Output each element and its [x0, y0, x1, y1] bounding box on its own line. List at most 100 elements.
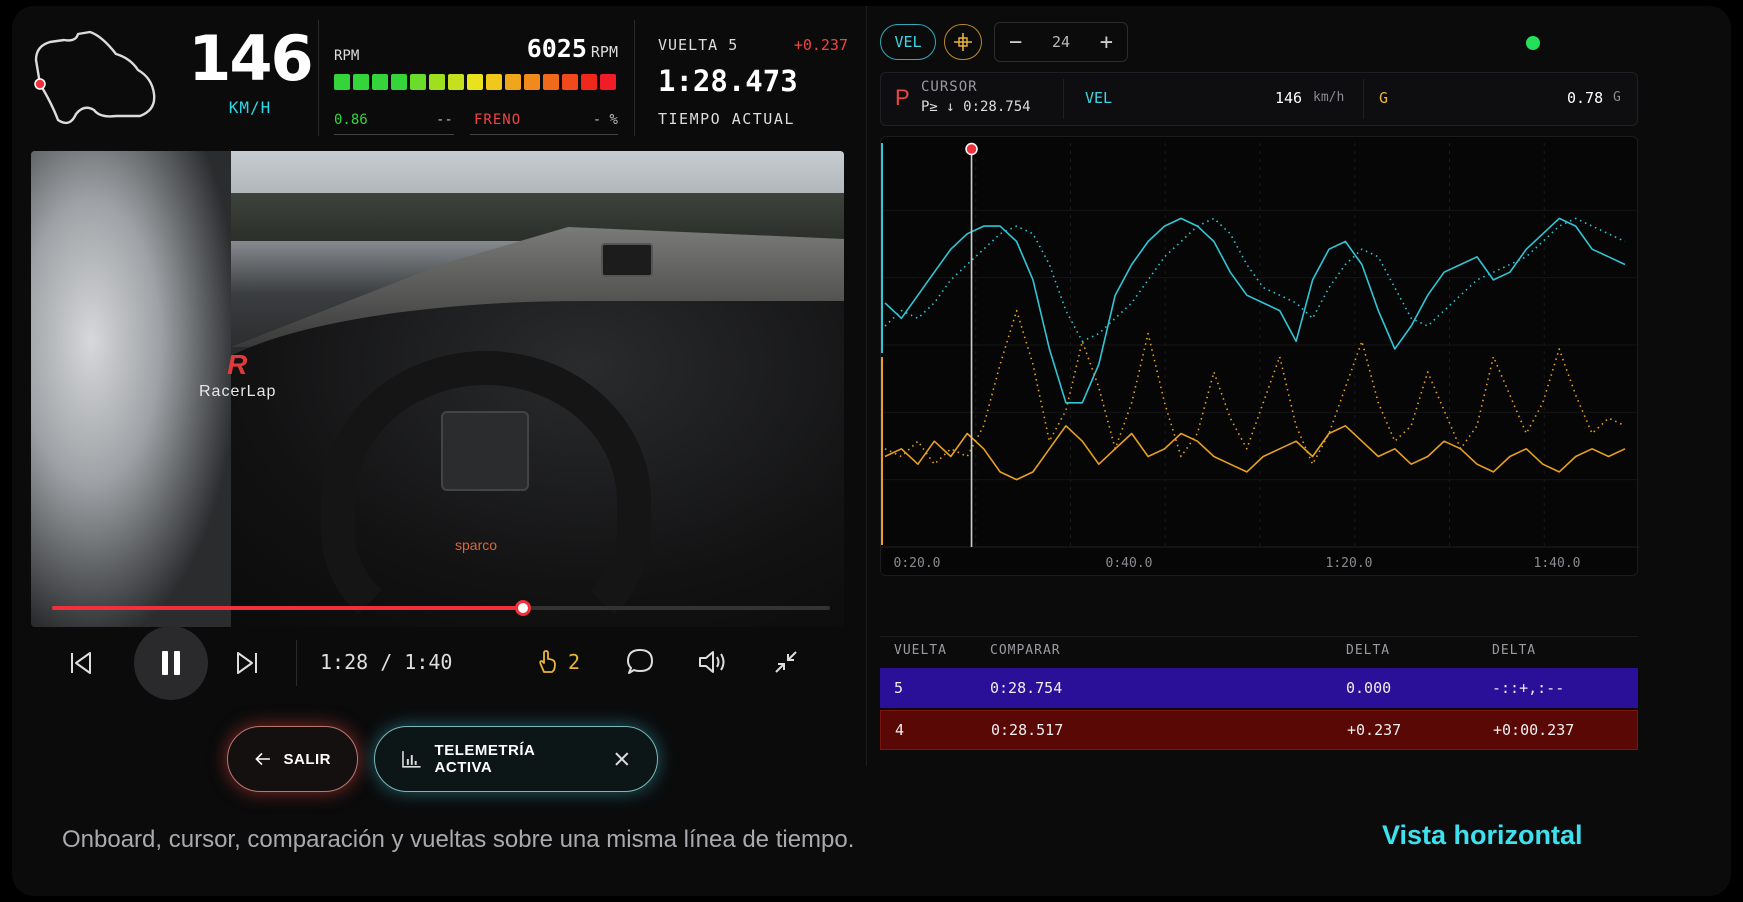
table-row[interactable]: 4 0:28.517 +0.237 +0:00.237: [880, 710, 1638, 750]
telemetry-chart-svg: 0:20.0 0:40.0 1:20.0 1:40.0: [881, 142, 1639, 571]
chip-cursor[interactable]: [944, 24, 982, 60]
throttle-underline: [334, 134, 454, 135]
divider: [1363, 79, 1364, 119]
previous-button[interactable]: [66, 648, 96, 678]
likes-button[interactable]: 2: [536, 650, 580, 674]
telemetry-chart[interactable]: 0:20.0 0:40.0 1:20.0 1:40.0: [880, 136, 1639, 576]
readout-vel-value: 146: [1275, 89, 1303, 107]
divider: [296, 640, 297, 686]
likes-count: 2: [568, 650, 581, 674]
throttle-value: 0.86: [334, 112, 368, 128]
speed-unit: KM/H: [228, 98, 272, 117]
speed-readout: 146 KM/H: [180, 24, 320, 118]
cell-lap: 5: [894, 679, 904, 697]
chart-series-line: [884, 309, 1626, 466]
lap-time-caption: TIEMPO ACTUAL: [658, 110, 795, 128]
crosshair-icon: [954, 33, 972, 51]
col-header: VUELTA: [894, 643, 947, 658]
onboard-video[interactable]: R RacerLap sparco: [31, 151, 844, 627]
shift-light: [353, 74, 369, 90]
zoom-stepper: − 24 +: [994, 22, 1128, 62]
arrow-left-icon: [255, 752, 270, 766]
shift-light: [486, 74, 502, 90]
stepper-minus-button[interactable]: −: [1009, 30, 1022, 55]
panel-divider: [866, 6, 867, 766]
sparco-logo: sparco: [455, 537, 498, 553]
shift-light: [429, 74, 445, 90]
next-button[interactable]: [232, 648, 262, 678]
track-map-icon: [34, 30, 156, 125]
col-header: DELTA: [1346, 643, 1391, 658]
shift-light: [600, 74, 616, 90]
divider: [634, 20, 635, 136]
shift-light: [372, 74, 388, 90]
shift-light: [448, 74, 464, 90]
page-caption: Onboard, cursor, comparación y vueltas s…: [62, 826, 855, 853]
collapse-icon: [775, 651, 797, 673]
minimize-button[interactable]: [770, 646, 802, 678]
video-camera: [601, 243, 653, 277]
comment-button[interactable]: [624, 646, 656, 678]
current-lap-time: 1:28.473: [658, 64, 798, 98]
col-header: DELTA: [1492, 643, 1537, 658]
lap-label: VUELTA 5: [658, 36, 739, 54]
readout-vel-unit: km/h: [1313, 90, 1345, 105]
x-tick-label: 1:40.0: [1534, 556, 1581, 571]
shift-lights: [334, 74, 616, 90]
shift-light: [543, 74, 559, 90]
chip-vel[interactable]: VEL: [880, 24, 936, 60]
shift-light: [581, 74, 597, 90]
brake-label: FRENO: [474, 112, 522, 128]
lap-table-header: VUELTA COMPARAR DELTA DELTA: [880, 636, 1638, 666]
shift-light: [334, 74, 350, 90]
readout-g-value: 0.78: [1567, 89, 1604, 107]
divider: [318, 20, 319, 136]
chat-bubble-icon: [627, 649, 653, 674]
close-icon[interactable]: [613, 750, 631, 768]
player-controls: 1:28 / 1:40 2: [52, 626, 832, 700]
brake-underline: [470, 134, 618, 135]
g-axis-bar: [881, 357, 883, 545]
chart-series-line: [884, 217, 1626, 343]
video-wheel-display: [441, 411, 529, 491]
cell-lap: 4: [895, 721, 905, 739]
cell-delta2: -::+,:--: [1492, 679, 1565, 697]
shift-light: [562, 74, 578, 90]
shift-light: [391, 74, 407, 90]
stepper-plus-button[interactable]: +: [1100, 30, 1113, 55]
x-tick-label: 0:20.0: [894, 556, 941, 571]
volume-button[interactable]: [696, 646, 728, 678]
shift-light: [410, 74, 426, 90]
stepper-value[interactable]: 24: [1052, 33, 1070, 51]
exit-button[interactable]: SALIR: [227, 726, 358, 792]
cell-delta: 0.000: [1346, 679, 1392, 697]
divider: [1063, 79, 1064, 119]
cell-compare: 0:28.754: [990, 679, 1063, 697]
chart-series-line: [884, 217, 1626, 404]
progress-handle[interactable]: [514, 600, 531, 616]
shift-light: [467, 74, 483, 90]
pause-icon: [162, 651, 180, 675]
throttle-percent: --: [436, 112, 453, 128]
table-row[interactable]: 5 0:28.754 0.000 -::+,:--: [880, 668, 1638, 708]
shift-light: [524, 74, 540, 90]
cursor-badge: P: [895, 85, 910, 110]
cell-compare: 0:28.517: [991, 721, 1064, 739]
view-mode-label: Vista horizontal: [1382, 820, 1583, 850]
status-dot: [1526, 36, 1540, 50]
telemetry-toggle[interactable]: TELEMETRÍA ACTIVA: [374, 726, 658, 792]
racerlap-logo: R RacerLap: [199, 349, 277, 400]
cursor-time: P≥ ↓ 0:28.754: [921, 99, 1031, 115]
telemetry-hud: 146 KM/H RPM 6025 RPM 0.86 -- FRENO - % V…: [30, 20, 850, 138]
cursor-label: CURSOR: [921, 79, 978, 95]
hand-icon: [539, 650, 556, 673]
cell-delta2: +0:00.237: [1493, 721, 1575, 739]
speaker-icon: [699, 651, 725, 673]
pause-button[interactable]: [134, 626, 208, 700]
video-progress-bar[interactable]: [52, 600, 830, 616]
brake-percent: - %: [592, 112, 618, 128]
shift-light: [505, 74, 521, 90]
playback-time: 1:28 / 1:40: [320, 650, 453, 674]
bar-chart-icon: [402, 751, 421, 768]
readout-g-unit: G: [1613, 90, 1621, 105]
